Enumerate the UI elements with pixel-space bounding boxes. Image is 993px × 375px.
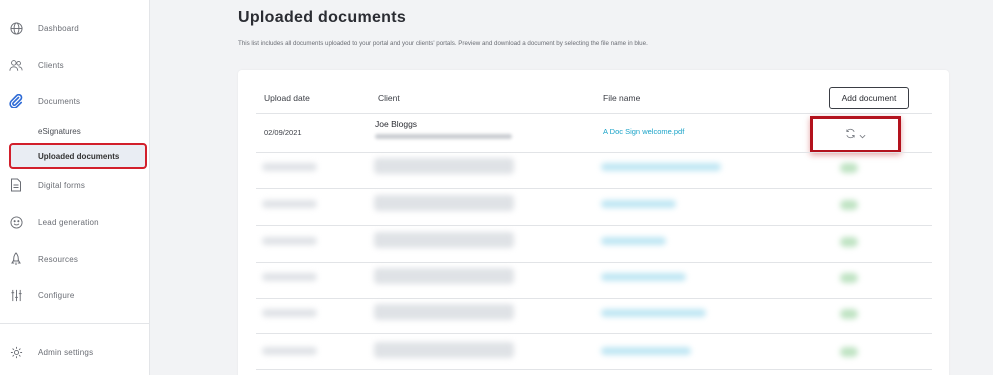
redacted-date — [262, 163, 317, 171]
page-title: Uploaded documents — [238, 9, 407, 26]
sidebar: Dashboard Clients Documents eSignatures … — [0, 0, 150, 375]
refresh-icon — [845, 126, 856, 144]
gear-icon — [8, 344, 24, 360]
sliders-icon — [8, 287, 24, 303]
sidebar-item-label: Admin settings — [38, 347, 94, 357]
sidebar-item-label: Resources — [38, 254, 79, 264]
redacted-client — [374, 304, 514, 320]
redacted-client — [374, 268, 514, 284]
row-divider — [256, 152, 932, 153]
redacted-client — [374, 232, 514, 248]
sidebar-subitem-esignatures[interactable]: eSignatures — [38, 127, 81, 136]
sidebar-divider — [0, 323, 150, 324]
redacted-file — [601, 347, 691, 355]
redacted-date — [262, 237, 317, 245]
rocket-icon — [8, 251, 24, 267]
redacted-file — [601, 200, 676, 208]
smiley-icon — [8, 214, 24, 230]
file-name-link[interactable]: A Doc Sign welcome.pdf — [603, 127, 684, 136]
row-divider — [256, 298, 932, 299]
chevron-down-icon — [859, 126, 866, 144]
redacted-date — [262, 273, 317, 281]
redacted-action — [840, 237, 858, 247]
form-icon — [8, 177, 24, 193]
row-divider — [256, 262, 932, 263]
redacted-client — [374, 158, 514, 174]
add-document-button[interactable]: Add document — [829, 87, 909, 109]
users-icon — [8, 57, 24, 73]
table-header-divider — [256, 113, 932, 114]
redacted-date — [262, 200, 317, 208]
redacted-date — [262, 309, 317, 317]
redacted-action — [840, 163, 858, 173]
redacted-date — [262, 347, 317, 355]
sidebar-item-resources[interactable]: Resources — [0, 247, 150, 271]
globe-icon — [8, 20, 24, 36]
sidebar-subitem-uploaded-documents[interactable]: Uploaded documents — [9, 143, 147, 169]
sidebar-item-lead-generation[interactable]: Lead generation — [0, 210, 150, 234]
redacted-file — [601, 237, 666, 245]
row-divider — [256, 225, 932, 226]
upload-date-cell: 02/09/2021 — [264, 128, 302, 137]
redacted-action — [840, 200, 858, 210]
column-header-client[interactable]: Client — [378, 93, 400, 103]
sidebar-item-label: Dashboard — [38, 23, 79, 33]
column-header-upload-date[interactable]: Upload date — [264, 93, 310, 103]
row-divider — [256, 188, 932, 189]
redacted-client — [374, 342, 514, 358]
redacted-client — [374, 195, 514, 211]
column-header-file-name[interactable]: File name — [603, 93, 640, 103]
paperclip-icon — [8, 93, 24, 109]
client-email-cell — [375, 134, 512, 139]
sidebar-item-digital-forms[interactable]: Digital forms — [0, 173, 150, 197]
row-divider — [256, 333, 932, 334]
redacted-file — [601, 309, 706, 317]
sidebar-item-clients[interactable]: Clients — [0, 53, 150, 77]
sidebar-item-label: Clients — [38, 60, 64, 70]
client-name-cell: Joe Bloggs — [375, 119, 418, 129]
sidebar-item-dashboard[interactable]: Dashboard — [0, 16, 150, 40]
sidebar-subitem-label: Uploaded documents — [38, 152, 120, 161]
sidebar-item-configure[interactable]: Configure — [0, 283, 150, 307]
sidebar-item-label: Documents — [38, 96, 81, 106]
row-actions-dropdown[interactable] — [810, 116, 901, 153]
sidebar-item-admin-settings[interactable]: Admin settings — [0, 340, 150, 364]
redacted-action — [840, 273, 858, 283]
sidebar-item-label: Configure — [38, 290, 75, 300]
page-description: This list includes all documents uploade… — [238, 40, 648, 47]
redacted-file — [601, 273, 686, 281]
sidebar-item-label: Lead generation — [38, 217, 99, 227]
row-divider — [256, 369, 932, 370]
redacted-action — [840, 309, 858, 319]
sidebar-item-documents[interactable]: Documents — [0, 89, 150, 113]
redacted-action — [840, 347, 858, 357]
redacted-file — [601, 163, 721, 171]
sidebar-item-label: Digital forms — [38, 180, 86, 190]
